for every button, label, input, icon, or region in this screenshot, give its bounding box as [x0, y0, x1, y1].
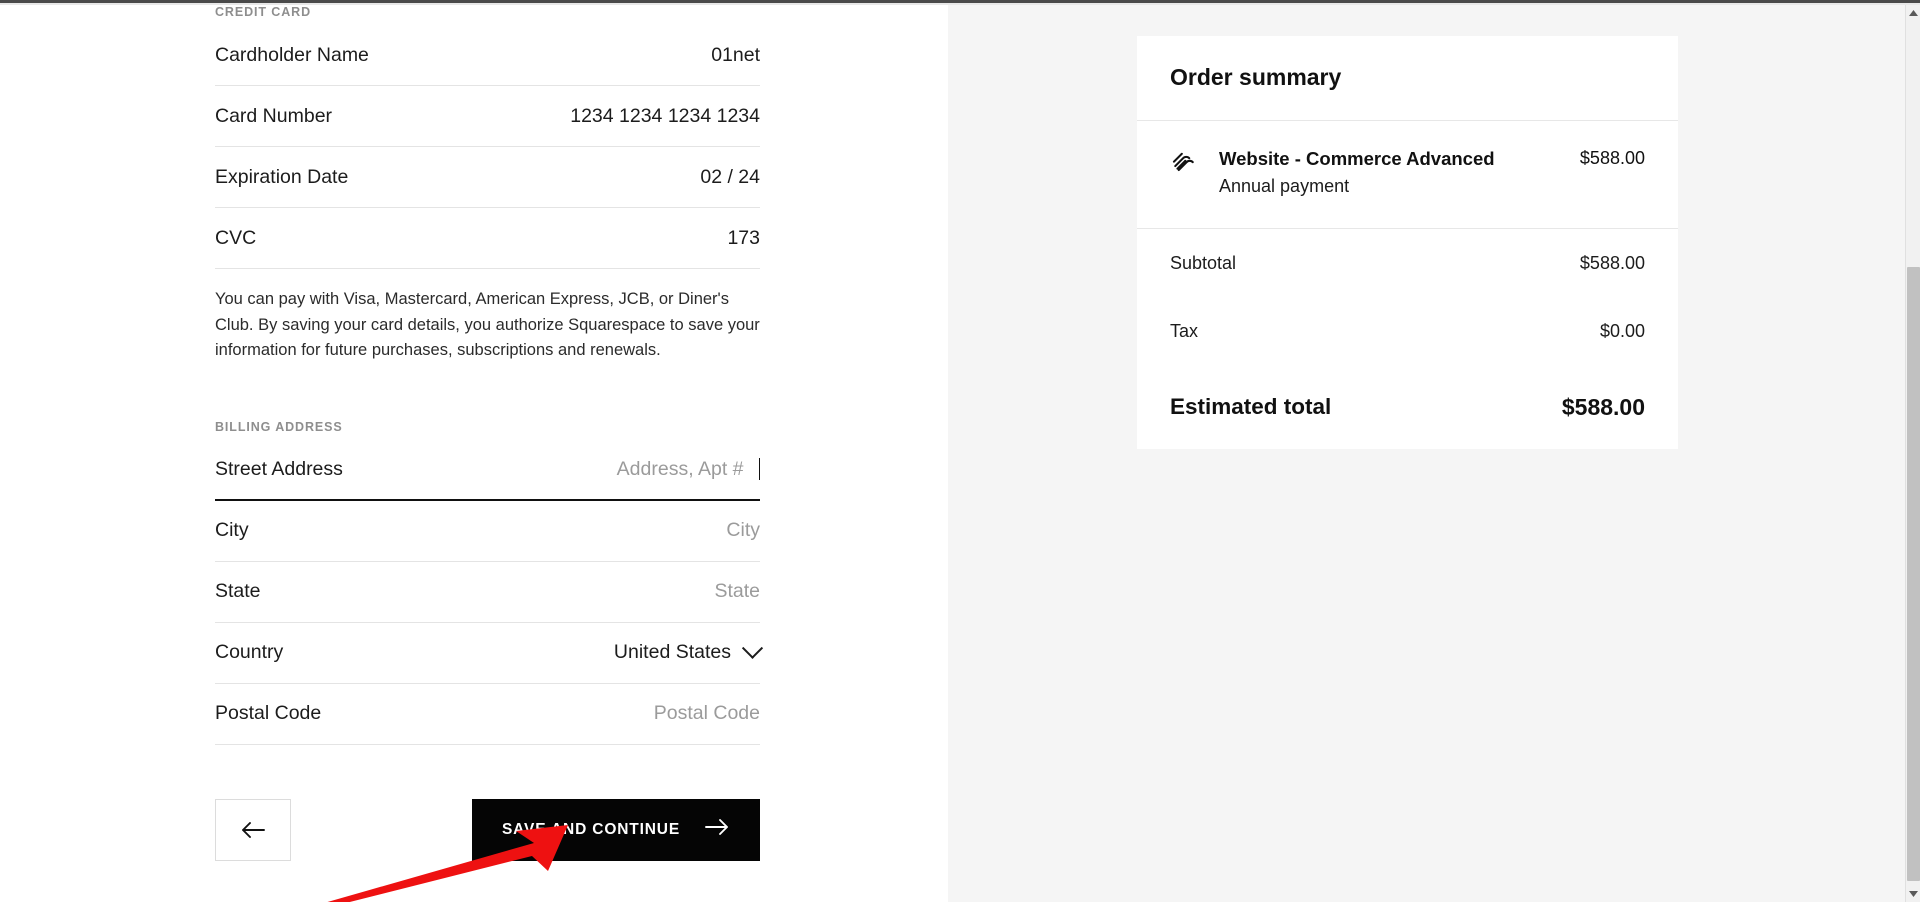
- expiration-date-row[interactable]: Expiration Date 02 / 24: [215, 147, 760, 208]
- cvc-row[interactable]: CVC 173: [215, 208, 760, 269]
- order-line-item: Website - Commerce Advanced Annual payme…: [1137, 121, 1678, 230]
- country-value-wrap[interactable]: United States: [614, 637, 764, 664]
- form-column: CREDIT CARD Cardholder Name 01net Card N…: [215, 5, 764, 861]
- order-summary-panel: Order summary Website - Commerce Advance: [948, 5, 1905, 902]
- order-line-item-name: Website - Commerce Advanced: [1219, 148, 1495, 169]
- credit-card-section-label: CREDIT CARD: [215, 5, 312, 19]
- back-button[interactable]: [215, 798, 291, 861]
- cardholder-name-label: Cardholder Name: [215, 43, 369, 66]
- cardholder-name-row[interactable]: Cardholder Name 01net: [215, 25, 760, 86]
- scroll-down-arrow-icon[interactable]: [1906, 886, 1920, 902]
- scroll-up-arrow-icon[interactable]: [1906, 5, 1920, 21]
- state-row[interactable]: State State: [215, 562, 760, 623]
- country-row[interactable]: Country United States: [215, 623, 764, 684]
- page-scrollbar[interactable]: [1905, 5, 1920, 902]
- city-label: City: [215, 519, 249, 542]
- payment-form-panel: CREDIT CARD Cardholder Name 01net Card N…: [0, 5, 948, 902]
- city-input[interactable]: City: [726, 519, 760, 542]
- order-summary-title: Order summary: [1170, 64, 1342, 90]
- order-line-item-price: $588.00: [1579, 148, 1645, 168]
- billing-address-section-label: BILLING ADDRESS: [215, 419, 343, 434]
- card-number-row[interactable]: Card Number 1234 1234 1234 1234: [215, 86, 760, 147]
- postal-code-row[interactable]: Postal Code Postal Code: [215, 684, 760, 745]
- order-summary-card: Order summary Website - Commerce Advance: [1137, 36, 1678, 450]
- order-summary-header: Order summary: [1137, 36, 1678, 121]
- save-and-continue-label: Save and Continue: [501, 820, 681, 838]
- squarespace-logo-icon: [1170, 149, 1198, 177]
- text-cursor: [758, 458, 760, 481]
- scrollbar-thumb[interactable]: [1907, 267, 1920, 881]
- order-line-item-texts: Website - Commerce Advanced Annual payme…: [1198, 147, 1580, 200]
- tax-label: Tax: [1170, 320, 1199, 341]
- card-number-value[interactable]: 1234 1234 1234 1234: [570, 105, 760, 128]
- cvc-value[interactable]: 173: [727, 227, 760, 250]
- city-row[interactable]: City City: [215, 501, 760, 562]
- street-address-label: Street Address: [215, 457, 343, 480]
- card-number-label: Card Number: [215, 104, 333, 127]
- tax-value: $0.00: [1599, 320, 1645, 341]
- estimated-total-value: $588.00: [1561, 393, 1645, 420]
- postal-code-input[interactable]: Postal Code: [654, 702, 760, 725]
- form-actions: Save and Continue: [215, 745, 760, 861]
- subtotal-value: $588.00: [1579, 252, 1645, 273]
- arrow-left-icon: [240, 820, 266, 840]
- street-address-row[interactable]: Street Address Address, Apt #: [215, 440, 760, 501]
- expiration-date-value[interactable]: 02 / 24: [700, 166, 760, 189]
- expiration-date-label: Expiration Date: [215, 165, 349, 188]
- estimated-total-label: Estimated total: [1170, 394, 1332, 420]
- postal-code-label: Postal Code: [215, 702, 322, 725]
- order-line-item-subtitle: Annual payment: [1219, 176, 1350, 197]
- street-address-input[interactable]: Address, Apt #: [617, 458, 744, 481]
- subtotal-row: Subtotal $588.00: [1137, 229, 1678, 297]
- estimated-total-row: Estimated total $588.00: [1137, 365, 1678, 449]
- state-input[interactable]: State: [714, 580, 760, 603]
- cvc-label: CVC: [215, 226, 257, 249]
- country-label: Country: [215, 641, 284, 664]
- country-select-value[interactable]: United States: [614, 641, 731, 664]
- chevron-down-icon[interactable]: [741, 637, 764, 660]
- subtotal-label: Subtotal: [1170, 252, 1237, 273]
- state-label: State: [215, 580, 261, 603]
- payment-disclaimer-text: You can pay with Visa, Mastercard, Ameri…: [215, 290, 760, 360]
- cardholder-name-value[interactable]: 01net: [711, 44, 760, 67]
- tax-row: Tax $0.00: [1137, 297, 1678, 365]
- save-and-continue-button[interactable]: Save and Continue: [472, 798, 760, 861]
- checkout-page: CREDIT CARD Cardholder Name 01net Card N…: [0, 0, 1920, 902]
- arrow-right-icon: [702, 817, 730, 842]
- street-address-value-wrap: Address, Apt #: [617, 458, 760, 481]
